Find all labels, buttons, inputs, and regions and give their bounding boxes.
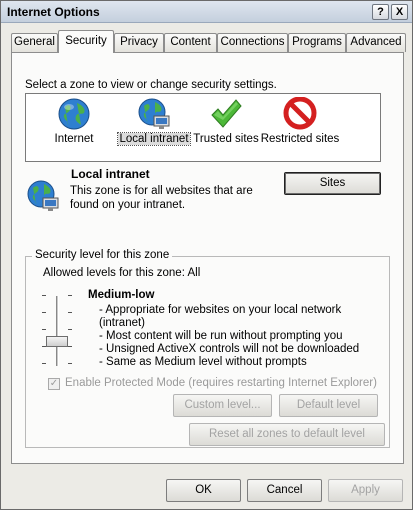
zone-restricted-sites-label: Restricted sites	[260, 133, 340, 145]
close-button[interactable]: X	[391, 4, 408, 20]
tab-content[interactable]: Content	[164, 33, 217, 52]
level-description-line: - Most content will be run without promp…	[99, 330, 343, 342]
checkmark-icon	[211, 99, 242, 128]
local-intranet-icon	[27, 180, 59, 211]
title-bar[interactable]: Internet Options ? X	[1, 1, 412, 23]
tab-programs[interactable]: Programs	[288, 33, 346, 52]
protected-mode-checkbox[interactable]: ✓	[48, 378, 60, 390]
zone-local-intranet[interactable]: Local intranet	[110, 96, 198, 160]
tab-advanced[interactable]: Advanced	[346, 33, 406, 52]
level-description-line: (intranet)	[99, 317, 146, 329]
security-tab-panel: Select a zone to view or change security…	[11, 52, 404, 464]
security-level-slider[interactable]	[42, 294, 72, 368]
level-description-line: - Appropriate for websites on your local…	[99, 304, 342, 316]
reset-all-zones-button[interactable]: Reset all zones to default level	[189, 423, 385, 446]
cancel-button[interactable]: Cancel	[247, 479, 322, 502]
restricted-icon	[283, 97, 317, 130]
allowed-levels-label: Allowed levels for this zone: All	[43, 267, 201, 279]
zone-local-intranet-label: Local intranet	[117, 132, 191, 146]
zone-trusted-sites[interactable]: Trusted sites	[186, 96, 266, 160]
help-button[interactable]: ?	[372, 4, 389, 20]
selected-zone-description: This zone is for all websites that are f…	[70, 185, 253, 211]
internet-options-dialog: Internet Options ? X General Security Pr…	[0, 0, 413, 510]
zone-prompt: Select a zone to view or change security…	[25, 79, 277, 91]
local-intranet-icon	[138, 98, 170, 129]
tab-security[interactable]: Security	[58, 30, 114, 53]
tab-connections[interactable]: Connections	[217, 33, 288, 52]
default-level-button[interactable]: Default level	[279, 394, 378, 417]
slider-track	[56, 296, 59, 366]
security-level-group-title: Security level for this zone	[32, 249, 173, 261]
globe-icon	[58, 98, 90, 130]
window-title: Internet Options	[7, 5, 100, 19]
zone-internet[interactable]: Internet	[34, 96, 114, 160]
protected-mode-label: Enable Protected Mode (requires restarti…	[65, 377, 377, 389]
zone-internet-label: Internet	[54, 133, 94, 145]
sites-button[interactable]: Sites	[284, 172, 381, 195]
slider-thumb[interactable]	[46, 336, 68, 347]
level-description-line: - Same as Medium level without prompts	[99, 356, 307, 368]
zone-trusted-sites-label: Trusted sites	[193, 133, 259, 145]
security-level-name: Medium-low	[88, 289, 155, 301]
zone-list: Internet Local intranet Trusted sites Re…	[25, 93, 381, 162]
tab-general[interactable]: General	[11, 33, 58, 52]
selected-zone-name: Local intranet	[71, 167, 150, 181]
level-description-line: - Unsigned ActiveX controls will not be …	[99, 343, 360, 355]
ok-button[interactable]: OK	[166, 479, 241, 502]
tab-strip: General Security Privacy Content Connect…	[11, 30, 406, 53]
security-level-group: Security level for this zone Allowed lev…	[25, 249, 390, 448]
apply-button[interactable]: Apply	[328, 479, 403, 502]
zone-restricted-sites[interactable]: Restricted sites	[260, 96, 340, 160]
custom-level-button[interactable]: Custom level...	[173, 394, 272, 417]
tab-privacy[interactable]: Privacy	[114, 33, 164, 52]
